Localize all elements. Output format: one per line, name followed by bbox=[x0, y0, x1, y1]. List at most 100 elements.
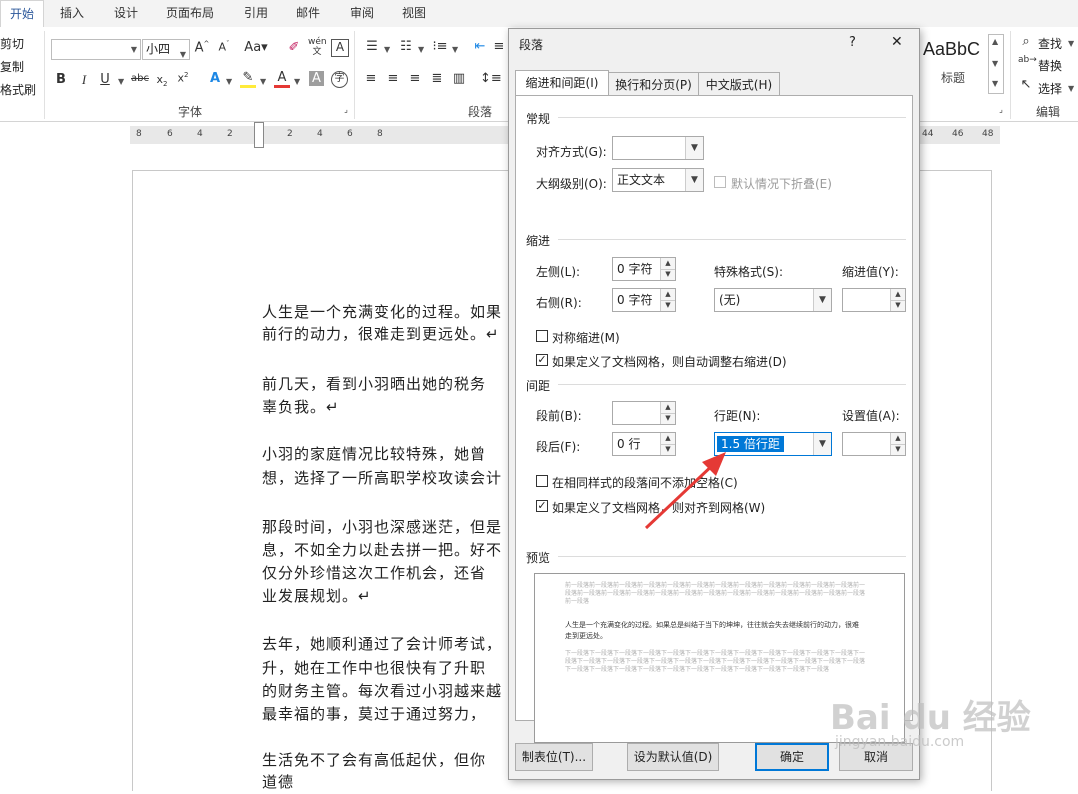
chevron-down-icon[interactable]: ▼ bbox=[813, 433, 831, 455]
shrink-font-icon[interactable]: Aˇ bbox=[216, 40, 232, 54]
dialog-launcher-icon[interactable]: ⌟ bbox=[997, 105, 1005, 114]
chevron-down-icon: ▼ bbox=[260, 77, 267, 86]
document-line: 最幸福的事，莫过于通过努力， bbox=[262, 705, 487, 723]
decrease-indent-icon[interactable]: ⇤ bbox=[470, 39, 490, 54]
spacing-at-label: 设置值(A): bbox=[842, 409, 900, 423]
watermark-logo: Bai du 经验 bbox=[830, 698, 1031, 738]
spin-down-icon[interactable]: ▼ bbox=[661, 300, 675, 311]
tab-references[interactable]: 引用 bbox=[234, 0, 278, 27]
dialog-launcher-icon[interactable]: ⌟ bbox=[342, 105, 350, 114]
set-as-default-button[interactable]: 设为默认值(D) bbox=[627, 743, 719, 771]
tab-design[interactable]: 设计 bbox=[104, 0, 148, 27]
align-left-icon[interactable]: ≡ bbox=[362, 71, 380, 86]
superscript-icon[interactable]: x2 bbox=[175, 71, 191, 85]
character-border-icon[interactable]: A bbox=[331, 39, 349, 57]
find-button[interactable]: 查找 bbox=[1038, 35, 1062, 52]
bullets-icon[interactable]: ☰ bbox=[362, 39, 382, 54]
no-space-same-style-checkbox[interactable] bbox=[536, 475, 548, 487]
preview-sample-paragraph: 人生是一个充满变化的过程。如果总是纠结于当下的坤坤，往往就会失去继续前行的动力，… bbox=[565, 621, 859, 640]
spacing-before-spinner[interactable]: ▲ ▼ bbox=[612, 401, 676, 425]
collapse-checkbox[interactable] bbox=[714, 176, 726, 188]
tab-review[interactable]: 审阅 bbox=[340, 0, 384, 27]
chevron-down-icon[interactable]: ▼ bbox=[813, 289, 831, 311]
grow-font-icon[interactable]: A^ bbox=[194, 40, 210, 55]
document-line: 人生是一个充满变化的过程。如果 bbox=[262, 303, 503, 321]
text-effects-icon[interactable]: A bbox=[207, 71, 223, 86]
tab-insert[interactable]: 插入 bbox=[50, 0, 94, 27]
underline-icon[interactable]: U bbox=[98, 72, 112, 87]
tab-mailings[interactable]: 邮件 bbox=[286, 0, 330, 27]
spin-down-icon[interactable]: ▼ bbox=[891, 444, 905, 455]
cut-button[interactable]: 剪切 bbox=[0, 35, 24, 52]
justify-icon[interactable]: ≣ bbox=[428, 71, 446, 86]
snap-to-grid-checkbox[interactable]: ✓ bbox=[536, 500, 548, 512]
special-indent-select[interactable]: (无) ▼ bbox=[714, 288, 832, 312]
alignment-label: 对齐方式(G): bbox=[536, 145, 607, 159]
tab-view[interactable]: 视图 bbox=[392, 0, 436, 27]
strikethrough-icon[interactable]: abc bbox=[130, 73, 150, 84]
spin-down-icon[interactable]: ▼ bbox=[891, 300, 905, 311]
distributed-icon[interactable]: ▥ bbox=[450, 71, 468, 86]
indent-right-label: 右侧(R): bbox=[536, 296, 582, 310]
help-button[interactable]: ? bbox=[849, 35, 856, 50]
format-painter-button[interactable]: 格式刷 bbox=[0, 81, 36, 98]
align-right-icon[interactable]: ≡ bbox=[406, 71, 424, 86]
chevron-up-icon[interactable]: ▲ bbox=[992, 37, 998, 46]
tab-asian-typography[interactable]: 中文版式(H) bbox=[698, 72, 780, 96]
ok-button[interactable]: 确定 bbox=[755, 743, 829, 771]
chevron-down-icon[interactable]: ▼ bbox=[685, 169, 703, 191]
styles-scrollbar[interactable]: ▲ ▼ ▼ bbox=[988, 34, 1004, 94]
indent-marker[interactable] bbox=[254, 122, 264, 148]
multilevel-list-icon[interactable]: ⁝≡ bbox=[430, 39, 450, 54]
bold-icon[interactable]: B bbox=[54, 72, 68, 87]
editing-group-label: 编辑 bbox=[1036, 105, 1061, 119]
clear-format-icon[interactable]: ✐ bbox=[286, 40, 302, 55]
spacing-at-spinner[interactable]: ▲ ▼ bbox=[842, 432, 906, 456]
font-size-combobox[interactable]: 小四 ▼ bbox=[142, 39, 190, 60]
tabs-button[interactable]: 制表位(T)... bbox=[515, 743, 593, 771]
auto-adjust-indent-checkbox[interactable]: ✓ bbox=[536, 354, 548, 366]
tab-home[interactable]: 开始 bbox=[0, 0, 44, 27]
highlight-color-icon[interactable]: ✎ bbox=[240, 70, 256, 88]
tab-line-page-breaks[interactable]: 换行和分页(P) bbox=[608, 72, 699, 96]
style-name-heading: 标题 bbox=[941, 71, 966, 85]
indent-right-spinner[interactable]: 0 字符 ▲ ▼ bbox=[612, 288, 676, 312]
document-line: 道德 bbox=[262, 773, 295, 791]
divider bbox=[558, 556, 906, 557]
chevron-down-icon: ▼ bbox=[384, 45, 391, 54]
close-icon[interactable]: ✕ bbox=[891, 34, 903, 50]
spin-down-icon[interactable]: ▼ bbox=[661, 269, 675, 280]
spacing-after-label: 段后(F): bbox=[536, 440, 581, 454]
indent-by-spinner[interactable]: ▲ ▼ bbox=[842, 288, 906, 312]
replace-icon: ab→ bbox=[1018, 55, 1037, 65]
mirror-indents-checkbox[interactable] bbox=[536, 330, 548, 342]
document-line: 前行的动力，很难走到更远处。↵ bbox=[262, 325, 500, 343]
auto-adjust-indent-label: 如果定义了文档网格，则自动调整右缩进(D) bbox=[552, 355, 787, 369]
character-shading-icon[interactable]: A bbox=[309, 71, 324, 86]
divider bbox=[558, 117, 906, 118]
more-styles-icon[interactable]: ▼ bbox=[992, 79, 998, 88]
increase-indent-icon[interactable]: ≡ bbox=[490, 39, 508, 54]
numbering-icon[interactable]: ☷ bbox=[396, 39, 416, 54]
change-case-icon[interactable]: Aa▾ bbox=[244, 40, 268, 55]
spin-down-icon[interactable]: ▼ bbox=[661, 413, 675, 424]
ruler-tick: 4 bbox=[317, 129, 323, 139]
outline-level-select[interactable]: 正文文本 ▼ bbox=[612, 168, 704, 192]
phonetic-guide-icon[interactable]: wén 文 bbox=[308, 37, 327, 57]
align-center-icon[interactable]: ≡ bbox=[384, 71, 402, 86]
select-button[interactable]: 选择 bbox=[1038, 80, 1062, 97]
italic-icon[interactable]: I bbox=[77, 72, 91, 88]
tab-page-layout[interactable]: 页面布局 bbox=[160, 0, 220, 27]
line-spacing-icon[interactable]: ↕≡ bbox=[480, 71, 502, 86]
chevron-down-icon[interactable]: ▼ bbox=[685, 137, 703, 159]
font-color-icon[interactable]: A bbox=[274, 70, 290, 88]
copy-button[interactable]: 复制 bbox=[0, 58, 24, 75]
tab-indents-spacing[interactable]: 缩进和间距(I) bbox=[515, 70, 609, 96]
enclose-characters-icon[interactable]: 字 bbox=[331, 71, 348, 88]
replace-button[interactable]: 替换 bbox=[1038, 57, 1062, 74]
alignment-select[interactable]: ▼ bbox=[612, 136, 704, 160]
chevron-down-icon[interactable]: ▼ bbox=[992, 59, 998, 68]
subscript-icon[interactable]: x2 bbox=[154, 73, 170, 88]
font-name-combobox[interactable]: ▼ bbox=[51, 39, 141, 60]
indent-left-spinner[interactable]: 0 字符 ▲ ▼ bbox=[612, 257, 676, 281]
